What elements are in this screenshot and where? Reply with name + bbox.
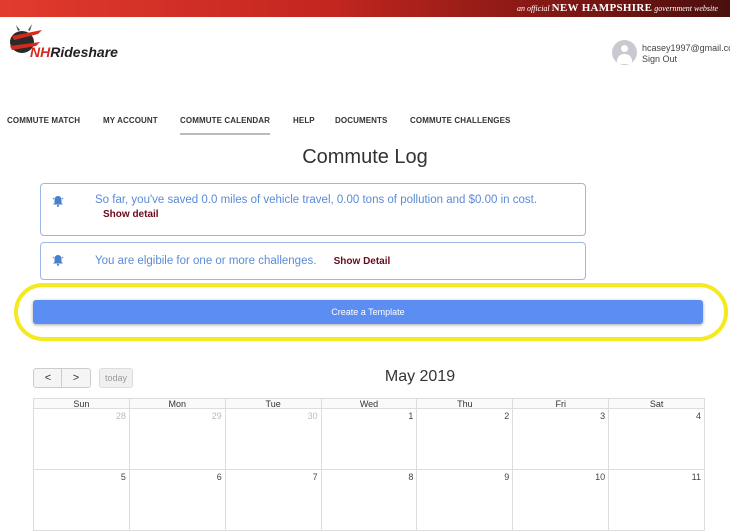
calendar-day[interactable]: 11 [608, 470, 704, 530]
calendar-day[interactable]: 3 [512, 409, 608, 469]
main-nav: COMMUTE MATCH MY ACCOUNT COMMUTE CALENDA… [0, 116, 730, 136]
day-number: 7 [312, 472, 318, 482]
calendar-day[interactable]: 8 [320, 470, 417, 530]
nav-documents[interactable]: DOCUMENTS [335, 116, 387, 125]
gov-suffix: government website [654, 4, 718, 13]
day-number: 6 [216, 472, 222, 482]
user-email: hcasey1997@gmail.com [642, 43, 730, 53]
nav-commute-match[interactable]: COMMUTE MATCH [7, 116, 80, 125]
weekday-wed: Wed [320, 399, 417, 409]
calendar-week-1: 28 29 30 1 2 3 4 [33, 409, 705, 470]
day-number: 4 [696, 411, 702, 421]
brand-rideshare: Rideshare [50, 44, 118, 60]
day-number: 5 [120, 472, 126, 482]
calendar-day[interactable]: 30 [224, 409, 321, 469]
calendar-day[interactable]: 4 [608, 409, 704, 469]
show-detail-link[interactable]: Show detail [103, 209, 159, 220]
sign-out-link[interactable]: Sign Out [642, 54, 677, 64]
page-title: Commute Log [302, 146, 428, 168]
savings-alert: So far, you've saved 0.0 miles of vehicl… [40, 183, 586, 236]
show-detail-challenges-link[interactable]: Show Detail [334, 256, 391, 267]
calendar-title: May 2019 [384, 368, 456, 385]
day-number: 1 [408, 411, 414, 421]
challenges-alert-text: You are elgibile for one or more challen… [95, 254, 565, 269]
nav-commute-challenges[interactable]: COMMUTE CHALLENGES [410, 116, 510, 125]
weekday-thu: Thu [416, 399, 512, 409]
challenges-text: You are elgibile for one or more challen… [95, 255, 317, 267]
weekday-sun: Sun [73, 399, 90, 409]
calendar-day[interactable]: 9 [416, 470, 512, 530]
brand-nh: NH [30, 44, 51, 60]
day-number: 11 [691, 472, 702, 482]
weekday-mon: Mon [128, 399, 225, 409]
day-number: 2 [504, 411, 510, 421]
nav-commute-calendar[interactable]: COMMUTE CALENDAR [180, 116, 271, 135]
avatar-icon[interactable] [612, 40, 637, 65]
bell-icon [52, 255, 64, 266]
calendar-day[interactable]: 29 [128, 409, 225, 469]
calendar-grid: Sun Mon Tue Wed Thu Fri Sat 28 29 30 1 2… [33, 398, 705, 531]
gov-banner-text: an official NEW HAMPSHIRE government web… [517, 2, 718, 14]
bell-icon [52, 196, 64, 207]
day-number: 30 [307, 411, 318, 421]
user-menu[interactable]: hcasey1997@gmail.com Sign Out [612, 40, 730, 68]
day-number: 28 [115, 411, 126, 421]
weekday-tue: Tue [224, 399, 321, 409]
calendar-day[interactable]: 6 [128, 470, 225, 530]
challenges-alert: You are elgibile for one or more challen… [40, 242, 586, 280]
calendar-day[interactable]: 7 [224, 470, 321, 530]
day-number: 10 [595, 472, 606, 482]
gov-banner: an official NEW HAMPSHIRE government web… [0, 0, 730, 17]
weekday-fri: Fri [512, 399, 608, 409]
gov-state: NEW HAMPSHIRE [551, 2, 653, 14]
savings-alert-text: So far, you've saved 0.0 miles of vehicl… [95, 193, 565, 222]
nav-my-account[interactable]: MY ACCOUNT [103, 116, 158, 125]
calendar-day[interactable]: 2 [416, 409, 512, 469]
weekday-sat: Sat [608, 399, 704, 409]
calendar-header: Sun Mon Tue Wed Thu Fri Sat [33, 398, 705, 409]
day-number: 8 [408, 472, 414, 482]
day-number: 29 [211, 411, 222, 421]
calendar-day[interactable]: 10 [512, 470, 608, 530]
day-number: 3 [600, 411, 606, 421]
create-template-button[interactable]: Create a Template [33, 300, 703, 324]
savings-text: So far, you've saved 0.0 miles of vehicl… [95, 194, 538, 206]
calendar-week-2: 5 6 7 8 9 10 11 [33, 470, 705, 531]
brand-name[interactable]: NHRideshare [30, 44, 118, 60]
day-number: 9 [504, 472, 510, 482]
nav-help[interactable]: HELP [293, 116, 315, 125]
calendar-day[interactable]: 28 [34, 409, 129, 469]
calendar-day[interactable]: 1 [320, 409, 417, 469]
gov-prefix: an official [516, 4, 550, 13]
calendar-day[interactable]: 5 [34, 470, 129, 530]
